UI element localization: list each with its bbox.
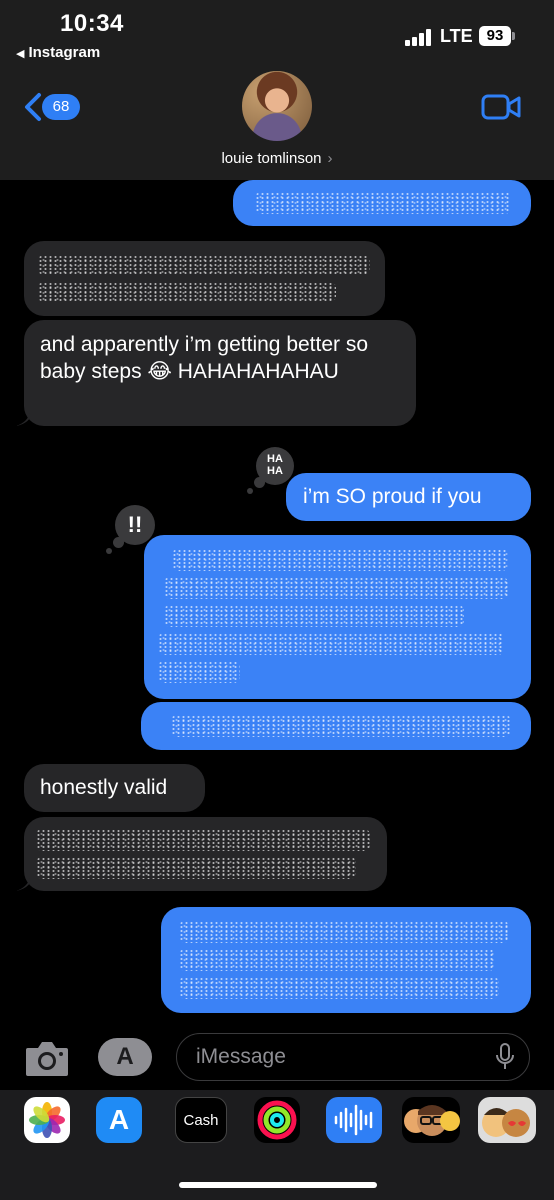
video-camera-icon[interactable] <box>481 94 521 120</box>
redacted-text <box>179 949 495 971</box>
status-time: 10:34 <box>60 10 124 37</box>
sent-message-bubble[interactable] <box>233 180 531 226</box>
contact-name: louie tomlinson <box>221 150 322 167</box>
bubble-tail <box>16 877 30 891</box>
received-message-bubble[interactable]: and apparently i’m getting better so bab… <box>24 320 416 426</box>
home-indicator[interactable] <box>179 1182 377 1188</box>
battery-tip <box>512 32 515 40</box>
redacted-text <box>164 577 508 599</box>
redacted-text <box>179 921 509 943</box>
app-store-app-icon[interactable]: A <box>96 1097 142 1143</box>
memoji-face-icon <box>404 1105 460 1136</box>
sent-message-bubble[interactable]: i’m SO proud if you <box>286 473 531 521</box>
animoji-app-icon[interactable] <box>478 1097 536 1143</box>
sent-message-bubble[interactable] <box>141 702 531 750</box>
sent-message-bubble[interactable] <box>144 535 531 699</box>
back-to-app-link[interactable]: ◀ Instagram <box>16 44 100 61</box>
message-text: i’m SO proud if you <box>303 485 482 508</box>
received-message-bubble[interactable]: honestly valid <box>24 764 205 812</box>
back-app-label: Instagram <box>28 44 101 61</box>
redacted-text <box>171 715 511 737</box>
sent-message-bubble[interactable] <box>161 907 531 1013</box>
photos-app-icon[interactable] <box>24 1097 70 1143</box>
back-triangle-icon: ◀ <box>16 48 25 60</box>
redacted-text <box>164 605 464 627</box>
redacted-text <box>158 633 504 655</box>
received-message-bubble[interactable] <box>24 241 385 316</box>
redacted-text <box>38 282 336 302</box>
message-text: honestly valid <box>40 776 168 799</box>
unread-count-badge[interactable]: 68 <box>42 94 80 120</box>
message-input[interactable]: iMessage <box>176 1033 530 1081</box>
tapback-dot <box>247 488 253 494</box>
voice-memo-app-icon[interactable] <box>326 1097 382 1143</box>
bubble-tail <box>16 412 30 426</box>
cash-app-icon[interactable]: Cash <box>175 1097 227 1143</box>
redacted-text <box>158 661 240 683</box>
redacted-text <box>179 977 499 999</box>
chevron-right-icon: › <box>327 150 333 167</box>
photos-flower-icon <box>29 1102 65 1138</box>
redacted-text <box>36 829 370 851</box>
cash-label: Cash <box>183 1112 219 1129</box>
app-store-icon[interactable]: A <box>98 1038 152 1076</box>
camera-icon[interactable] <box>24 1038 70 1078</box>
contact-name-button[interactable]: louie tomlinson › <box>0 150 554 167</box>
signal-strength-icon <box>405 28 433 46</box>
audio-waveform-icon <box>334 1104 373 1136</box>
conversation-header: 10:34 ◀ Instagram LTE 93 68 louie tomlins… <box>0 0 554 180</box>
message-text: and apparently i’m getting better so bab… <box>40 333 374 383</box>
network-type: LTE <box>440 26 473 46</box>
battery-indicator: 93 <box>479 26 511 46</box>
activity-rings-icon <box>257 1100 297 1140</box>
redacted-text <box>255 192 511 214</box>
memoji-app-icon[interactable] <box>402 1097 460 1143</box>
redacted-text <box>38 255 370 275</box>
activity-app-icon[interactable] <box>254 1097 300 1143</box>
redacted-text <box>36 857 356 879</box>
redacted-text <box>172 549 508 571</box>
tapback-dot <box>106 548 112 554</box>
animoji-face-icon <box>482 1108 530 1137</box>
contact-avatar[interactable] <box>242 71 312 141</box>
microphone-icon[interactable] <box>495 1043 515 1071</box>
tapback-exclamation-icon[interactable]: !! <box>115 505 155 545</box>
received-message-bubble[interactable] <box>24 817 387 891</box>
chevron-left-icon[interactable] <box>22 92 44 122</box>
